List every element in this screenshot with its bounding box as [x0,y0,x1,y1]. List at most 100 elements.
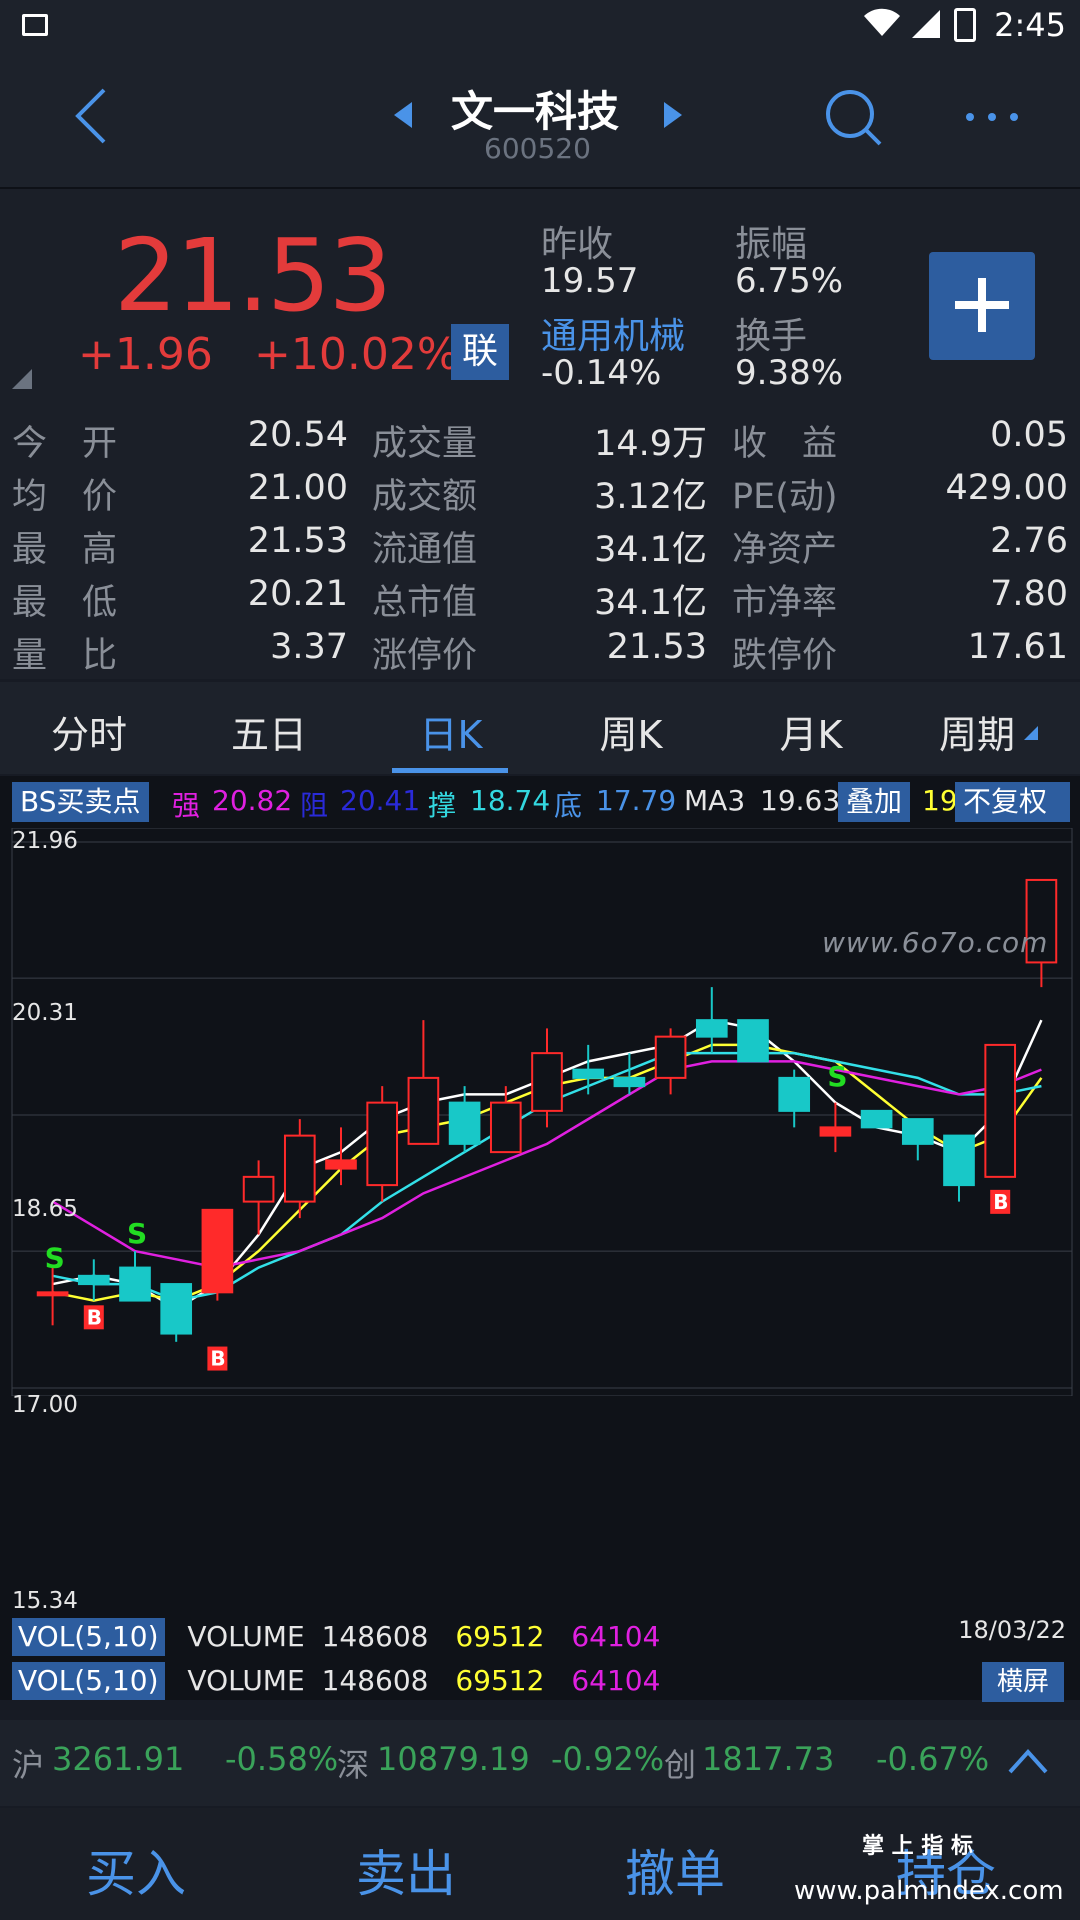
kline-chart[interactable]: S B S B S B [0,828,1080,1396]
sz-label: 深 [337,1746,370,1784]
y-tick-label: 18.65 [12,1196,78,1222]
watermark-url: www.palmindex.com [794,1876,1064,1906]
sell-signal: S [827,1060,847,1093]
linked-button[interactable]: 联 [451,324,509,380]
sector-change: -0.14% [541,353,662,393]
candle-body [984,1043,1017,1178]
tab-monthly-k[interactable]: 月K [736,704,886,759]
candle-body [119,1266,151,1302]
stat-value: 7.80 [990,574,1068,614]
stat-value: 17.61 [967,627,1068,667]
support-value: 18.74 [470,784,551,817]
y-tick-label: 17.00 [12,1392,78,1418]
resist-value: 20.41 [340,784,421,817]
stats-row: 量 比 3.37 涨停价 21.53 跌停价 17.61 [0,623,1080,676]
watermark: www.6o7o.com [822,926,1049,959]
sell-button[interactable]: 卖出 [356,1834,456,1906]
overlay-value: 19 [922,784,958,817]
overlay-button[interactable]: 叠加 [838,782,911,822]
active-tab-indicator [392,768,508,773]
candle-body [572,1068,605,1079]
stats-row: 今 开 20.54 成交量 14.9万收 益 0.05 [0,411,1080,464]
add-watchlist-button[interactable] [929,252,1035,360]
y-tick-label: 15.34 [12,1588,78,1614]
stat-value: 21.53 [606,627,707,667]
stat-label: 最 低 [12,583,118,623]
strong-value: 20.82 [212,784,293,817]
landscape-button[interactable]: 横屏 [982,1662,1064,1702]
chart-date: 18/03/22 [958,1616,1066,1644]
stat-label: PE(动) [732,477,838,517]
stat-label: 净资产 [732,530,838,570]
sz-change: -0.92% [551,1740,665,1778]
sh-change: -0.58% [225,1740,339,1778]
stat-value: 429.00 [945,468,1068,508]
volume-row-1: VOL(5,10) VOLUME 148608 69512 64104 [12,1618,660,1656]
stat-value: 3.37 [270,627,348,667]
no-adjust-button[interactable]: 不复权 [955,782,1070,822]
period-dropdown-icon [1024,726,1038,740]
volume-name: VOLUME [187,1664,305,1697]
next-stock-icon[interactable] [662,100,684,130]
cy-change: -0.67% [876,1740,990,1778]
tab-daily-k[interactable]: 日K [376,704,526,759]
stat-label: 流通值 [372,530,478,570]
candle-body [77,1274,110,1286]
stat-label: 成交量 [372,424,478,464]
candle-body [531,1052,563,1112]
resist-label: 阻 [300,789,329,822]
tab-weekly-k[interactable]: 周K [556,704,706,759]
cancel-order-button[interactable]: 撤单 [625,1834,725,1906]
cy-value: 1817.73 [702,1740,835,1778]
current-price: 21.53 [114,217,392,334]
ma3-label: MA3 [684,784,746,817]
quote-panel: 21.53 +1.96 +10.02% 联 昨收 19.57 通用机械 -0.1… [0,189,1080,679]
cy-label: 创 [664,1746,697,1784]
volume-indicator-button[interactable]: VOL(5,10) [12,1662,165,1700]
expand-corner-icon[interactable] [12,369,34,391]
volume-indicator-button[interactable]: VOL(5,10) [12,1618,165,1656]
price-change: +1.96 [78,329,213,380]
stat-label: 市净率 [732,583,838,623]
market-index-bar[interactable]: 沪 3261.91 -0.58% 深 10879.19 -0.92% 创 181… [0,1720,1080,1806]
volume-name: VOLUME [187,1620,305,1653]
y-tick-label: 21.96 [12,828,78,854]
prev-close-value: 19.57 [541,261,639,301]
stats-row: 最 高 21.53 流通值 34.1亿 净资产 2.76 [0,517,1080,570]
candle-body [613,1076,646,1088]
candle-body [366,1101,399,1187]
candle-body [160,1283,193,1335]
search-icon[interactable] [824,88,884,148]
stat-label: 总市值 [372,583,478,623]
stat-label: 量 比 [12,636,118,676]
stat-label: 收 益 [732,424,838,464]
tab-five-day[interactable]: 五日 [194,704,344,759]
bs-signal-button[interactable]: BS买卖点 [12,782,149,822]
signal-icon [912,10,940,38]
expand-up-icon[interactable] [1008,1748,1048,1774]
candle-body [325,1159,357,1170]
stat-value: 21.00 [247,468,348,508]
kline-chart-area[interactable]: BS买卖点 强 20.82 阻 20.41 撑 18.74 底 17.79 MA… [0,776,1080,1702]
candle-body [283,1134,316,1203]
volume-value: 148608 [321,1664,429,1697]
candle-body [695,1019,728,1038]
sell-signal: S [127,1217,147,1250]
sector-link[interactable]: 通用机械 [541,307,685,359]
buy-button[interactable]: 买入 [86,1834,186,1906]
ma3-value: 19.63 [760,784,841,817]
candle-body [242,1175,275,1203]
candle-body [943,1134,975,1187]
tab-intraday[interactable]: 分时 [14,704,164,759]
stat-label: 均 价 [12,477,118,517]
stat-value: 20.21 [247,574,348,614]
more-icon[interactable] [964,110,1020,124]
stat-value: 2.76 [990,521,1068,561]
candle-body [860,1109,893,1129]
candle-body [489,1101,522,1154]
volume-value: 148608 [321,1620,429,1653]
bottom-label: 底 [554,789,583,822]
stat-label: 今 开 [12,424,118,464]
image-notification-icon [22,14,48,36]
support-label: 撑 [428,789,457,822]
